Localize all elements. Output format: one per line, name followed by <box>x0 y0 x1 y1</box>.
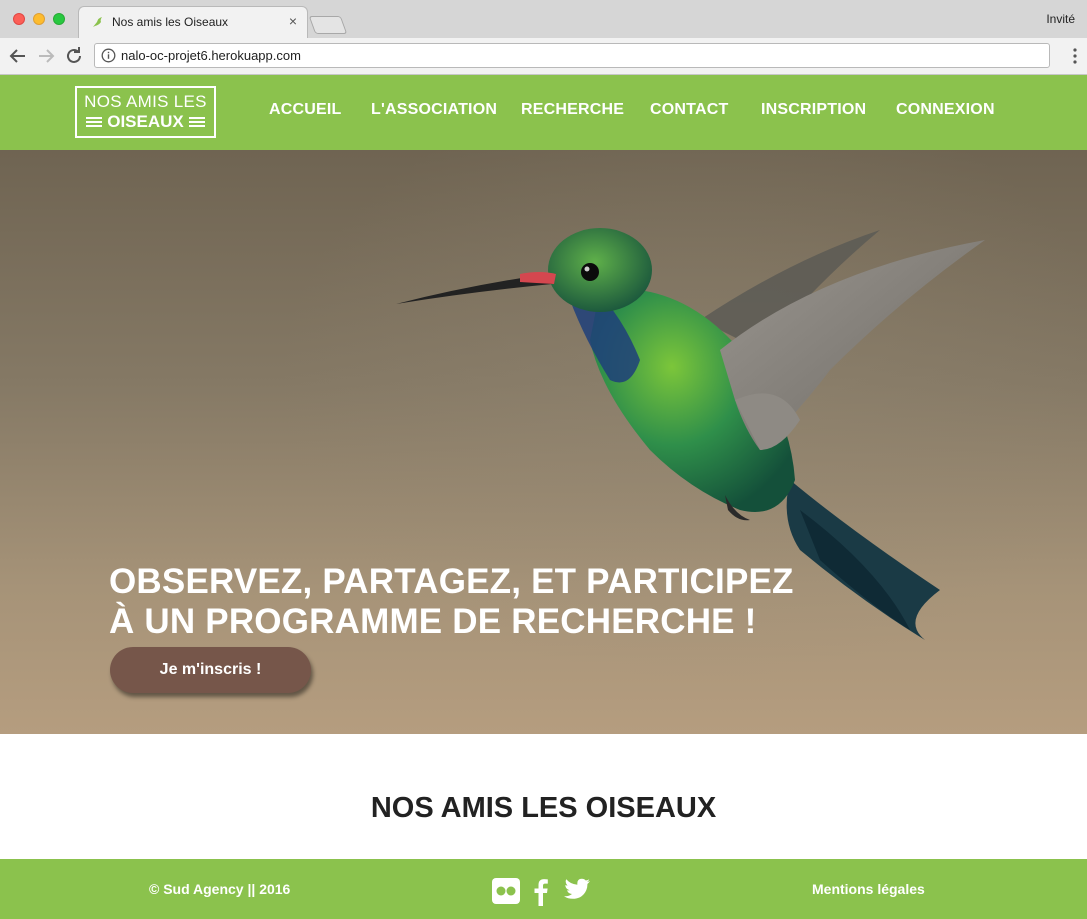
nav-inscription[interactable]: INSCRIPTION <box>761 101 866 119</box>
reload-icon[interactable] <box>62 44 86 68</box>
bird-favicon-icon <box>91 15 105 29</box>
hero-headline: OBSERVEZ, PARTAGEZ, ET PARTICIPEZ À UN P… <box>109 562 794 642</box>
tab-title: Nos amis les Oiseaux <box>112 15 229 29</box>
logo-stripes-left <box>86 117 103 127</box>
logo-line2-wrap: OISEAUX <box>77 112 214 132</box>
nav-connexion[interactable]: CONNEXION <box>896 101 995 119</box>
hero-section: OBSERVEZ, PARTAGEZ, ET PARTICIPEZ À UN P… <box>0 150 1087 734</box>
facebook-icon[interactable] <box>533 878 549 906</box>
hero-headline-line2: À UN PROGRAMME DE RECHERCHE ! <box>109 602 757 641</box>
browser-menu-icon[interactable] <box>1073 47 1077 65</box>
back-arrow-icon[interactable] <box>6 44 30 68</box>
nav-recherche[interactable]: RECHERCHE <box>521 101 624 119</box>
legal-link[interactable]: Mentions légales <box>812 881 925 897</box>
site-footer: © Sud Agency || 2016 Mentions légales <box>0 859 1087 919</box>
nav-contact[interactable]: CONTACT <box>650 101 728 119</box>
tab-close-icon[interactable]: × <box>289 13 297 29</box>
twitter-icon[interactable] <box>563 878 591 902</box>
address-bar[interactable]: nalo-oc-projet6.herokuapp.com <box>94 43 1050 68</box>
logo-stripes-right <box>188 117 205 127</box>
flickr-icon[interactable] <box>492 878 520 904</box>
new-tab-button[interactable] <box>308 16 348 34</box>
site-header: NOS AMIS LES OISEAUX ACCUEIL L'ASSOCIATI… <box>0 75 1087 150</box>
forward-arrow-icon[interactable] <box>34 44 58 68</box>
nav-association[interactable]: L'ASSOCIATION <box>371 101 497 119</box>
url-text: nalo-oc-projet6.herokuapp.com <box>121 48 301 63</box>
copyright-text: © Sud Agency || 2016 <box>149 881 291 897</box>
browser-tab[interactable]: Nos amis les Oiseaux × <box>78 6 308 38</box>
signup-button[interactable]: Je m'inscris ! <box>110 647 311 693</box>
logo-line1: NOS AMIS LES <box>84 92 207 111</box>
close-window-button[interactable] <box>13 13 25 25</box>
info-icon[interactable] <box>101 48 116 63</box>
hero-headline-line1: OBSERVEZ, PARTAGEZ, ET PARTICIPEZ <box>109 562 794 601</box>
minimize-window-button[interactable] <box>33 13 45 25</box>
browser-toolbar: nalo-oc-projet6.herokuapp.com <box>0 38 1087 75</box>
browser-tabstrip: Nos amis les Oiseaux × Invité <box>0 0 1087 38</box>
nav-accueil[interactable]: ACCUEIL <box>269 101 342 119</box>
site-logo[interactable]: NOS AMIS LES OISEAUX <box>75 86 216 138</box>
section-title: NOS AMIS LES OISEAUX <box>370 792 717 824</box>
logo-line2: OISEAUX <box>107 112 184 131</box>
maximize-window-button[interactable] <box>53 13 65 25</box>
profile-label[interactable]: Invité <box>1046 12 1075 26</box>
